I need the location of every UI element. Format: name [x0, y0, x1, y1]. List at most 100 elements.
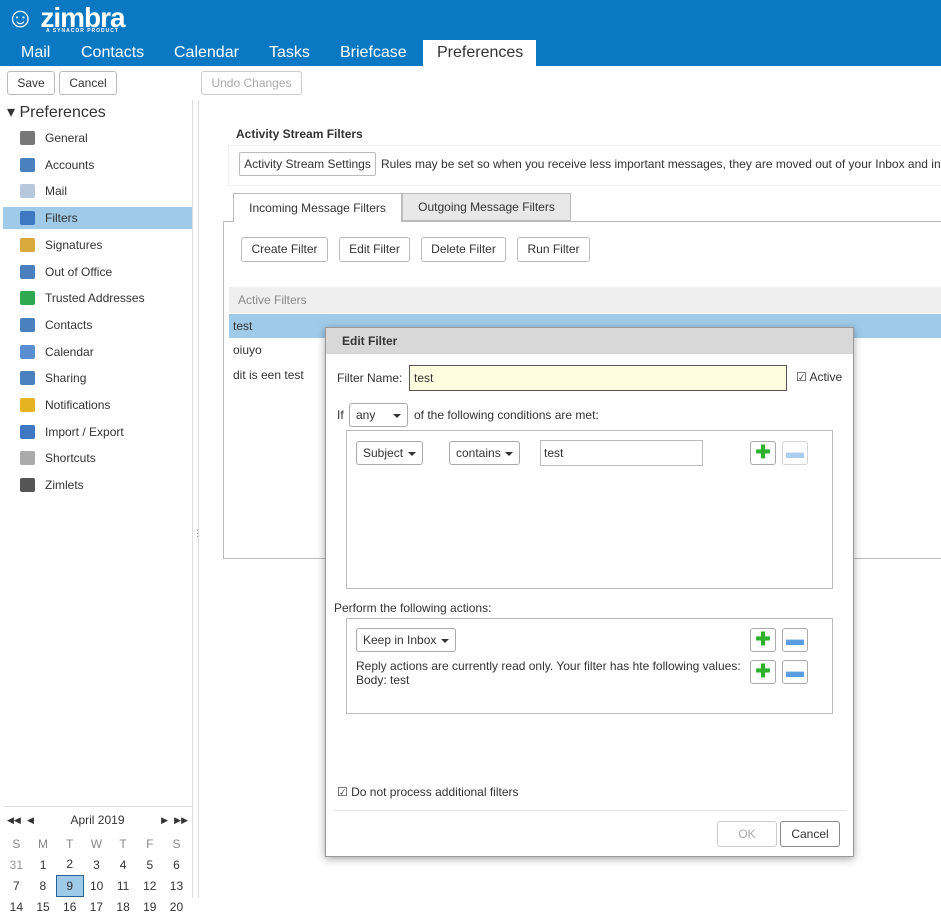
- shield-icon: [20, 291, 35, 306]
- sidebar-item-sharing[interactable]: Sharing: [3, 367, 192, 389]
- sidebar-item-zimlets[interactable]: Zimlets: [3, 474, 192, 496]
- if-label: If: [337, 408, 344, 422]
- sidebar-item-label: Contacts: [45, 317, 93, 332]
- match-select[interactable]: any: [349, 403, 408, 427]
- calendar-day[interactable]: 8: [30, 875, 57, 896]
- calendar-icon: [20, 344, 35, 359]
- prev-month-icon[interactable]: ◀: [27, 807, 34, 833]
- sidebar-item-label: Mail: [45, 184, 68, 199]
- calendar-day[interactable]: 13: [163, 875, 190, 896]
- calendar-day[interactable]: 9: [55, 874, 84, 897]
- sidebar-item-trusted-addresses[interactable]: Trusted Addresses: [3, 287, 192, 309]
- next-month-icon[interactable]: ▶: [161, 807, 168, 833]
- action-select[interactable]: Keep in Inbox: [356, 628, 456, 652]
- weekday-header: W: [90, 836, 103, 851]
- next-year-icon[interactable]: ▶▶: [174, 807, 188, 833]
- conditions-text: of the following conditions are met:: [414, 408, 599, 422]
- calendar-day[interactable]: 17: [83, 896, 110, 917]
- sidebar-item-import-export[interactable]: Import / Export: [3, 421, 192, 443]
- dialog-cancel-button[interactable]: Cancel: [780, 821, 840, 847]
- calendar-day[interactable]: 5: [136, 854, 163, 875]
- active-checkbox[interactable]: ☑ Active: [796, 370, 842, 384]
- sidebar-item-label: Signatures: [45, 237, 103, 252]
- add-action-button[interactable]: ✚: [750, 660, 776, 684]
- tab-briefcase[interactable]: Briefcase: [325, 40, 422, 66]
- logo-tagline: A SYNACOR PRODUCT: [46, 28, 119, 34]
- activity-stream-settings-button[interactable]: Activity Stream Settings: [239, 152, 376, 176]
- sidebar-item-notifications[interactable]: Notifications: [3, 394, 192, 416]
- active-filters-header: Active Filters: [229, 287, 941, 313]
- calendar-month[interactable]: April 2019: [70, 813, 124, 827]
- sidebar-item-label: Trusted Addresses: [45, 291, 145, 306]
- tab-incoming-filters[interactable]: Incoming Message Filters: [233, 193, 402, 222]
- cancel-button[interactable]: Cancel: [59, 71, 117, 95]
- sidebar-item-out-of-office[interactable]: Out of Office: [3, 261, 192, 283]
- calendar-day[interactable]: 6: [163, 854, 190, 875]
- sidebar-item-label: Shortcuts: [45, 451, 96, 466]
- add-condition-button[interactable]: ✚: [750, 441, 776, 465]
- calendar-day[interactable]: 18: [110, 896, 137, 917]
- sidebar-item-label: Calendar: [45, 344, 94, 359]
- top-bar: ☺ zimbra A SYNACOR PRODUCT Mail Contacts …: [0, 0, 941, 66]
- tab-calendar[interactable]: Calendar: [159, 40, 254, 66]
- delete-filter-button[interactable]: Delete Filter: [421, 237, 506, 262]
- sidebar-item-general[interactable]: General: [3, 127, 192, 149]
- run-filter-button[interactable]: Run Filter: [517, 237, 590, 262]
- calendar-day[interactable]: 2: [56, 854, 83, 875]
- condition-field-select[interactable]: Subject: [356, 441, 423, 465]
- stop-processing-checkbox[interactable]: ☑ Do not process additional filters: [337, 785, 519, 799]
- remove-condition-button[interactable]: ▬: [782, 441, 808, 465]
- remove-action-button[interactable]: ▬: [782, 628, 808, 652]
- create-filter-button[interactable]: Create Filter: [241, 237, 328, 262]
- calendar-day[interactable]: 14: [3, 896, 30, 917]
- sidebar-item-signatures[interactable]: Signatures: [3, 234, 192, 256]
- sash[interactable]: [198, 100, 199, 898]
- sidebar-item-shortcuts[interactable]: Shortcuts: [3, 447, 192, 469]
- calendar-day[interactable]: 15: [30, 896, 57, 917]
- edit-filter-button[interactable]: Edit Filter: [339, 237, 410, 262]
- calendar-day[interactable]: 1: [30, 854, 57, 875]
- calendar-day[interactable]: 16: [56, 896, 83, 917]
- preferences-tree-header[interactable]: ▾ Preferences: [7, 102, 106, 122]
- tab-tasks[interactable]: Tasks: [254, 40, 325, 66]
- condition-operator-select[interactable]: contains: [449, 441, 520, 465]
- calendar-day[interactable]: 10: [83, 875, 110, 896]
- reply-body-text: Body: test: [356, 673, 410, 687]
- resize-handle[interactable]: ⋮: [193, 528, 202, 539]
- calendar-day[interactable]: 19: [136, 896, 163, 917]
- calendar-day[interactable]: 20: [163, 896, 190, 917]
- tab-outgoing-filters[interactable]: Outgoing Message Filters: [402, 193, 571, 221]
- sidebar-item-filters[interactable]: Filters: [3, 207, 192, 230]
- ok-button[interactable]: OK: [717, 821, 777, 847]
- save-button[interactable]: Save: [7, 71, 55, 95]
- calendar-day[interactable]: 12: [136, 875, 163, 896]
- sidebar-item-contacts[interactable]: Contacts: [3, 314, 192, 336]
- add-action-button[interactable]: ✚: [750, 628, 776, 652]
- calendar-day[interactable]: 4: [110, 854, 137, 875]
- calendar-day[interactable]: 31: [3, 854, 30, 875]
- sidebar-item-label: Sharing: [45, 371, 87, 386]
- remove-action-button[interactable]: ▬: [782, 660, 808, 684]
- out-of-office-icon: [20, 264, 35, 279]
- undo-changes-button[interactable]: Undo Changes: [201, 71, 302, 95]
- filter-name-label: Filter Name:: [337, 371, 403, 385]
- tab-contacts[interactable]: Contacts: [66, 40, 159, 66]
- calendar-day[interactable]: 11: [110, 875, 137, 896]
- sidebar-item-mail[interactable]: Mail: [3, 180, 192, 202]
- calendar-day[interactable]: 7: [3, 875, 30, 896]
- stop-processing-label: Do not process additional filters: [351, 785, 519, 799]
- tab-mail[interactable]: Mail: [6, 40, 65, 66]
- tab-preferences[interactable]: Preferences: [423, 40, 536, 66]
- calendar-grid: S M T W T F S 31 1 2 3 4 5 6 7 8 9 10 11 12 13 14 15 16 17 18 19 20: [3, 833, 190, 917]
- activity-stream-description: Rules may be set so when you receive les…: [381, 157, 941, 171]
- sidebar-item-label: Zimlets: [45, 478, 84, 493]
- conditions-box: Subject contains test ✚ ▬: [346, 430, 833, 589]
- sidebar-item-calendar[interactable]: Calendar: [3, 341, 192, 363]
- reply-note: Reply actions are currently read only. Y…: [356, 659, 746, 687]
- keyboard-icon: [20, 451, 35, 466]
- sidebar-item-accounts[interactable]: Accounts: [3, 154, 192, 176]
- prev-year-icon[interactable]: ◀◀: [7, 807, 21, 833]
- filter-name-input[interactable]: test: [409, 365, 787, 391]
- condition-value-input[interactable]: test: [540, 440, 703, 466]
- calendar-day[interactable]: 3: [83, 854, 110, 875]
